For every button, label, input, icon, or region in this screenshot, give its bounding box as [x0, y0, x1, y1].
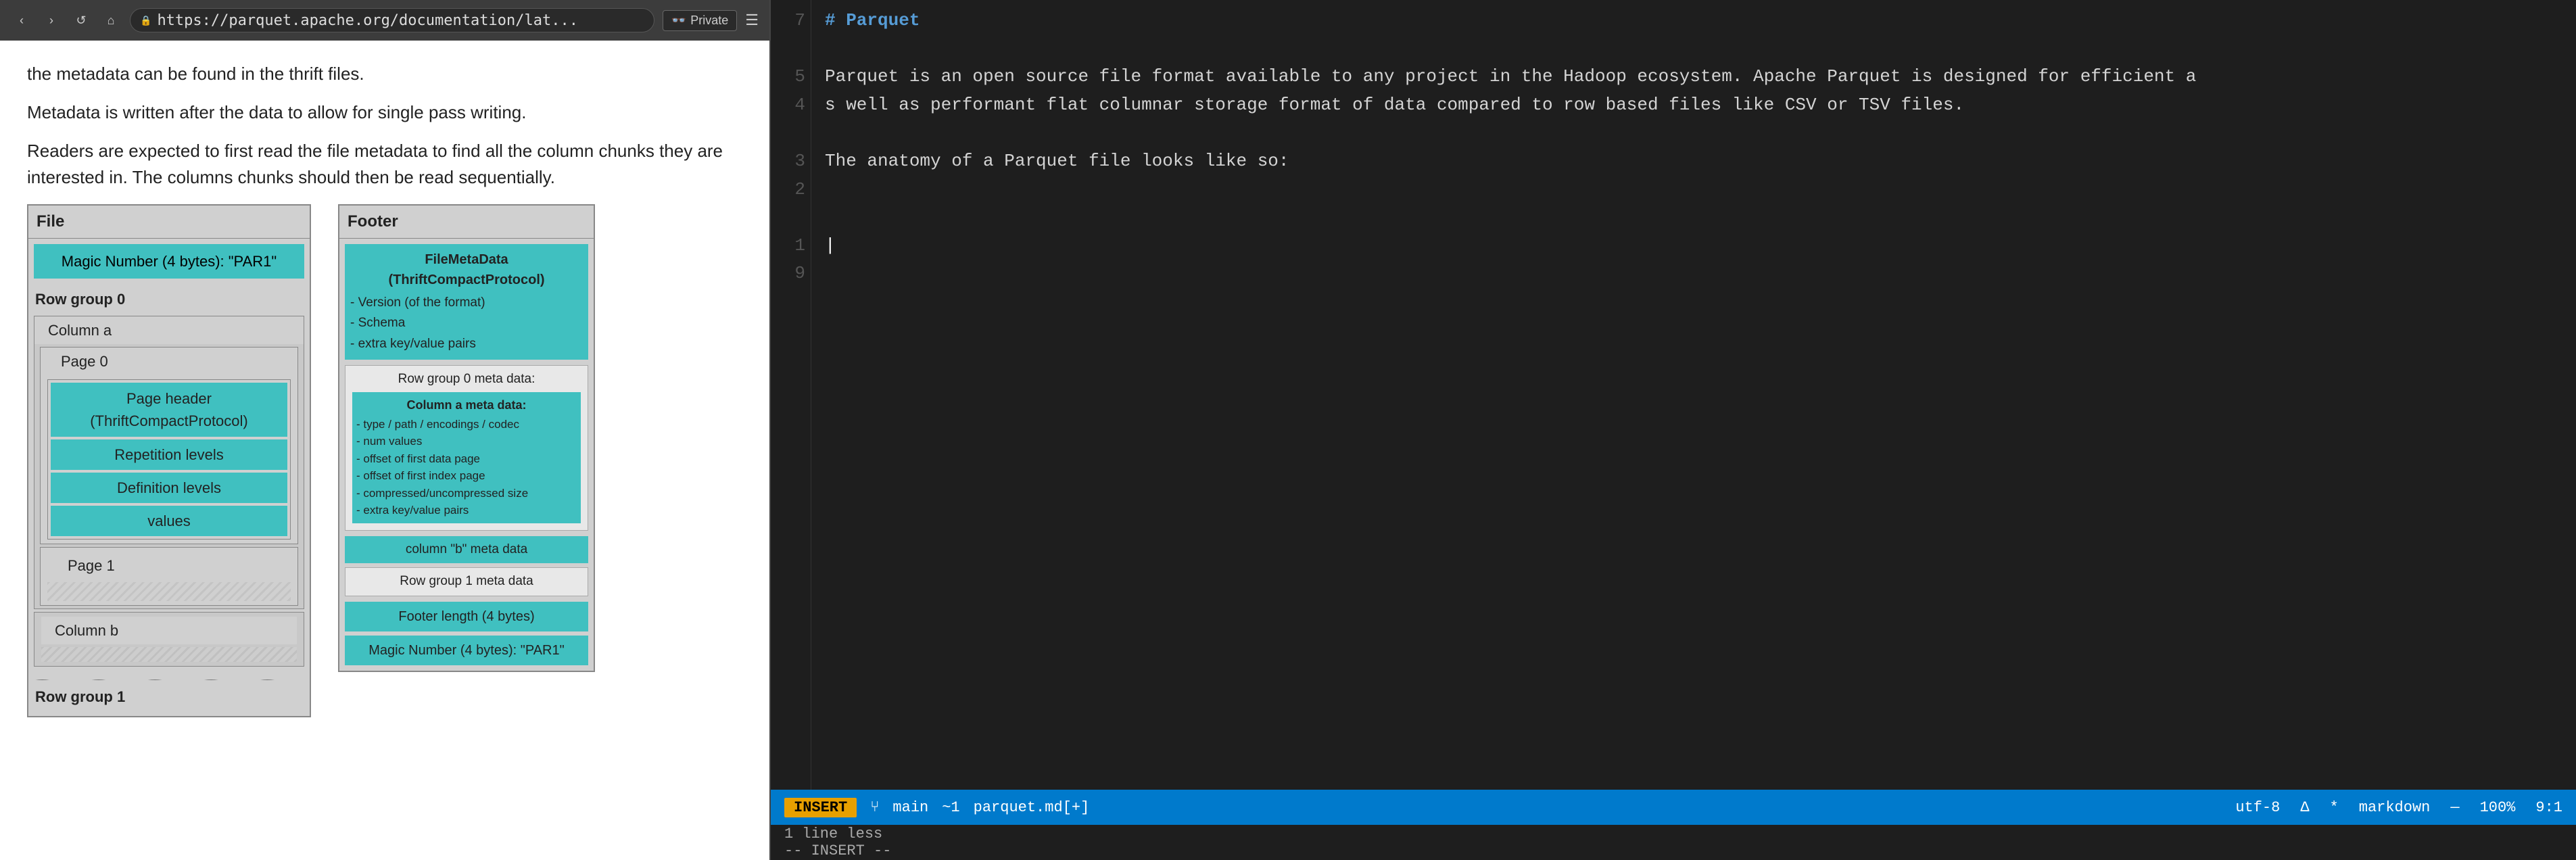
- bottom-line1: 1 line less: [784, 826, 891, 842]
- filemetadata-title: FileMetaData (ThriftCompactProtocol): [350, 249, 583, 290]
- bottom-bar: 1 line less -- INSERT --: [771, 825, 2576, 860]
- col-a-meta-items: - type / path / encodings / codec - num …: [356, 416, 577, 519]
- code-line-3: Parquet is an open source file format av…: [825, 63, 2562, 91]
- url-text: https://parquet.apache.org/documentation…: [157, 12, 578, 29]
- filemetadata-item-1: - Version (of the format): [350, 293, 583, 313]
- delta-icon: Δ: [2300, 799, 2309, 816]
- footer-structure-box: Footer FileMetaData (ThriftCompactProtoc…: [338, 204, 595, 672]
- code-line-2: [825, 35, 2562, 64]
- line-num-9: 9: [776, 260, 805, 288]
- encoding: utf-8: [2235, 799, 2280, 816]
- browser-toolbar: ‹ › ↺ ⌂ 🔒 https://parquet.apache.org/doc…: [0, 0, 769, 41]
- code-line-6: The anatomy of a Parquet file looks like…: [825, 147, 2562, 176]
- filename: parquet.md[+]: [974, 799, 1090, 816]
- magic-number-footer: Magic Number (4 bytes): "PAR1": [345, 636, 588, 665]
- wavy-separator: [28, 669, 310, 680]
- col-a-item-4: - offset of first index page: [356, 467, 577, 485]
- glasses-icon: 👓: [671, 14, 686, 28]
- branch-name: main: [892, 799, 928, 816]
- status-right: utf-8 Δ * markdown — 100% 9:1: [2235, 799, 2562, 816]
- dash-dash: —: [2450, 799, 2459, 816]
- lock-icon: 🔒: [140, 15, 151, 26]
- row-group-1-label: Row group 1: [28, 682, 310, 712]
- filemetadata-items: - Version (of the format) - Schema - ext…: [350, 293, 583, 354]
- line-numbers: 7 5 4 3 2 1 9: [771, 0, 811, 790]
- back-button[interactable]: ‹: [11, 9, 32, 31]
- col-a-item-2: - num values: [356, 433, 577, 450]
- editor-content[interactable]: # Parquet Parquet is an open source file…: [811, 0, 2576, 790]
- refresh-button[interactable]: ↺: [70, 9, 92, 31]
- col-b-meta: column "b" meta data: [345, 536, 588, 564]
- page-1-label: Page 1: [47, 552, 291, 579]
- footer-title: Footer: [339, 206, 594, 239]
- code-line-9: [825, 232, 2562, 260]
- filemetadata-box: FileMetaData (ThriftCompactProtocol) - V…: [345, 244, 588, 360]
- line-num-blank2: [776, 119, 805, 147]
- col-a-meta-title: Column a meta data:: [356, 396, 577, 414]
- row-group-0-meta-title: Row group 0 meta data:: [350, 370, 583, 389]
- mode-badge: INSERT: [784, 798, 857, 817]
- para-1: the metadata can be found in the thrift …: [27, 61, 742, 87]
- def-levels: Definition levels: [51, 473, 287, 503]
- status-bar: INSERT ⑂ main ~1 parquet.md[+] utf-8 Δ *…: [771, 790, 2576, 825]
- column-a-label: Column a: [34, 316, 304, 344]
- editor-panel: 7 5 4 3 2 1 9 # Parquet Parquet is an op…: [771, 0, 2576, 860]
- col-a-item-1: - type / path / encodings / codec: [356, 416, 577, 433]
- row-group-1-meta: Row group 1 meta data: [345, 567, 588, 596]
- git-icon: ⑂: [870, 799, 879, 816]
- zoom: 100%: [2480, 799, 2516, 816]
- magic-number-top: Magic Number (4 bytes): "PAR1": [34, 244, 304, 279]
- line-num-4: 4: [776, 91, 805, 120]
- code-line-8: [825, 204, 2562, 232]
- col-a-item-3: - offset of first data page: [356, 450, 577, 468]
- col-a-meta-box: Column a meta data: - type / path / enco…: [352, 392, 581, 523]
- filetype: markdown: [2359, 799, 2431, 816]
- private-badge: 👓 Private: [663, 10, 737, 31]
- editor-area: 7 5 4 3 2 1 9 # Parquet Parquet is an op…: [771, 0, 2576, 790]
- bottom-messages: 1 line less -- INSERT --: [784, 826, 891, 859]
- line-num-blank3: [776, 204, 805, 232]
- menu-button[interactable]: ☰: [745, 11, 759, 29]
- col-a-item-5: - compressed/uncompressed size: [356, 485, 577, 502]
- code-line-4: s well as performant flat columnar stora…: [825, 91, 2562, 120]
- bottom-line2: -- INSERT --: [784, 842, 891, 859]
- code-line-5: [825, 119, 2562, 147]
- line-num-3: 3: [776, 147, 805, 176]
- filemetadata-item-2: - Schema: [350, 313, 583, 333]
- line-num-2: 2: [776, 176, 805, 204]
- para-3: Readers are expected to first read the f…: [27, 138, 742, 191]
- line-num-blank1: [776, 35, 805, 64]
- line-num-1: 1: [776, 232, 805, 260]
- col-a-item-6: - extra key/value pairs: [356, 502, 577, 519]
- code-line-1: # Parquet: [825, 7, 2562, 35]
- rep-levels: Repetition levels: [51, 439, 287, 470]
- filemetadata-item-3: - extra key/value pairs: [350, 334, 583, 354]
- values: values: [51, 506, 287, 536]
- line-num-5: 5: [776, 63, 805, 91]
- parquet-diagram: File Magic Number (4 bytes): "PAR1" Row …: [27, 204, 742, 717]
- row-group-0-meta: Row group 0 meta data: Column a meta dat…: [345, 365, 588, 531]
- browser-panel: ‹ › ↺ ⌂ 🔒 https://parquet.apache.org/doc…: [0, 0, 771, 860]
- position: 9:1: [2535, 799, 2562, 816]
- asterisk-icon: *: [2330, 799, 2339, 816]
- para-2: Metadata is written after the data to al…: [27, 99, 742, 126]
- file-title: File: [28, 206, 310, 239]
- page-header: Page header (ThriftCompactProtocol): [51, 383, 287, 437]
- home-button[interactable]: ⌂: [100, 9, 122, 31]
- address-bar[interactable]: 🔒 https://parquet.apache.org/documentati…: [130, 8, 654, 32]
- line-count: ~1: [942, 799, 959, 816]
- private-label: Private: [690, 14, 728, 28]
- page-0-label: Page 0: [41, 348, 297, 375]
- web-content: the metadata can be found in the thrift …: [0, 41, 769, 860]
- forward-button[interactable]: ›: [41, 9, 62, 31]
- page-inner: Page header (ThriftCompactProtocol) Repe…: [47, 379, 291, 540]
- row-group-0-label: Row group 0: [28, 284, 310, 314]
- column-b-label: Column b: [41, 617, 297, 644]
- line-num-7: 7: [776, 7, 805, 35]
- footer-length: Footer length (4 bytes): [345, 602, 588, 631]
- file-structure-box: File Magic Number (4 bytes): "PAR1" Row …: [27, 204, 311, 717]
- code-line-7: [825, 176, 2562, 204]
